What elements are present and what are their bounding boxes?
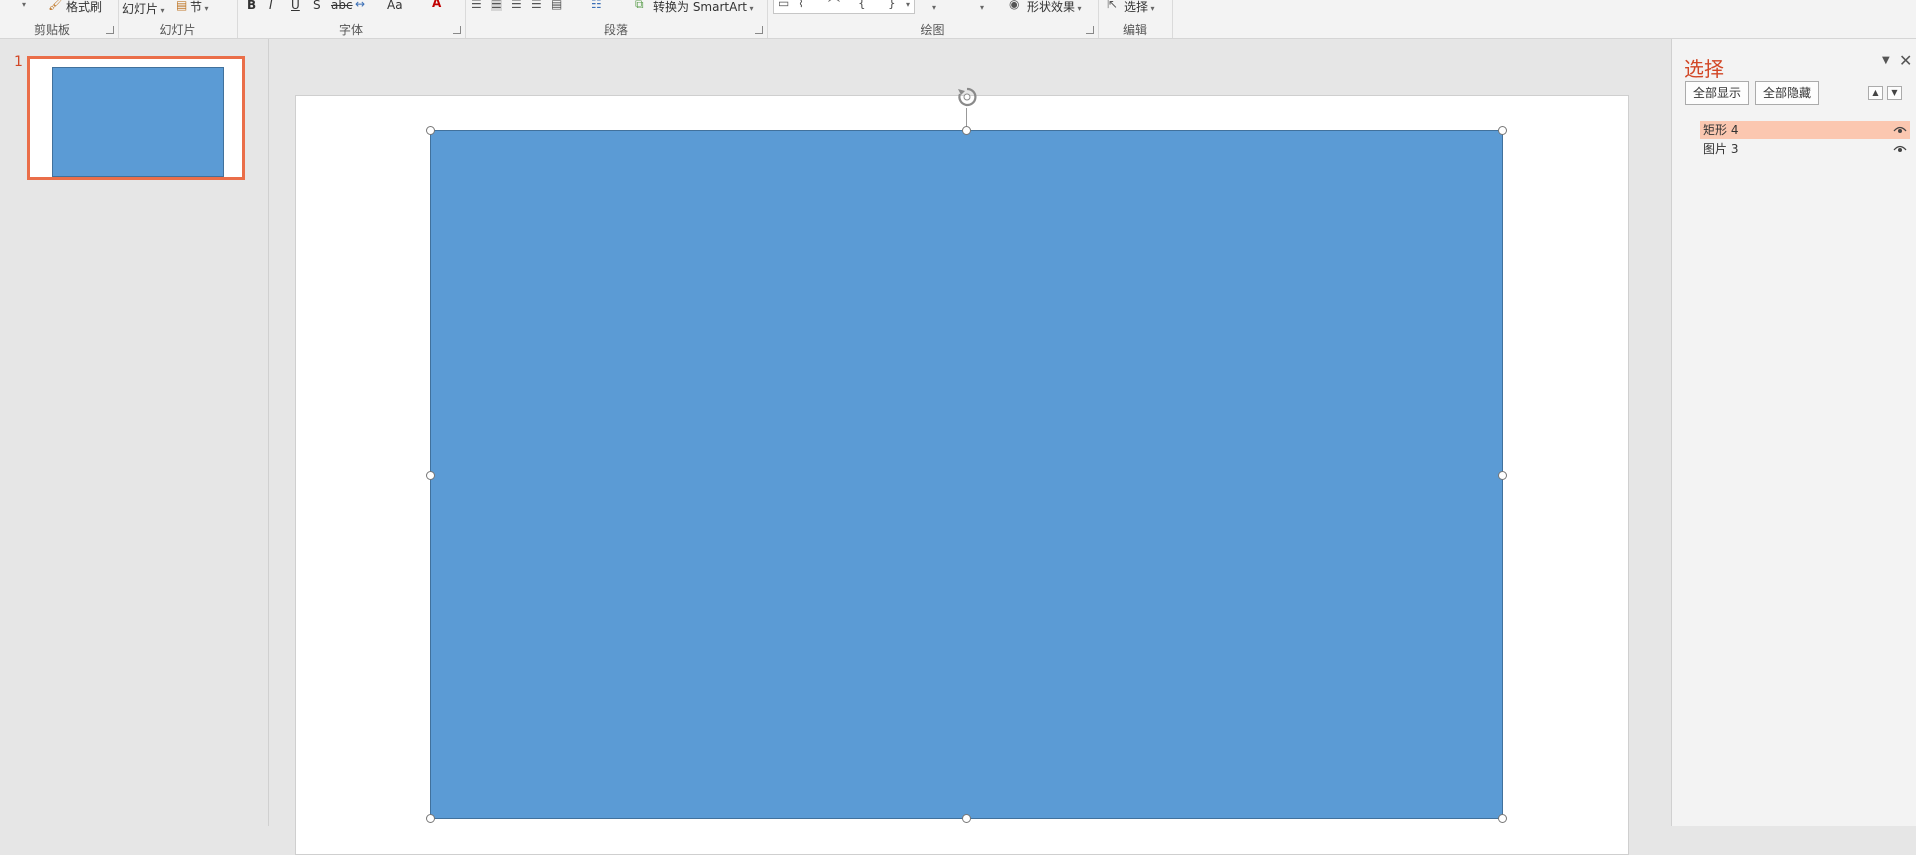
rotate-handle-icon[interactable] <box>956 86 978 108</box>
selection-pane-title: 选择 <box>1684 57 1724 81</box>
drawing-group: ▭ ⌇ ⌒ { } ▾ ▾ ▾ ◉ 形状效果 ▾ 绘图 <box>767 0 1099 38</box>
selection-item-label: 矩形 4 <box>1703 123 1739 137</box>
editing-group-label: 编辑 <box>1122 23 1147 37</box>
eye-icon[interactable] <box>1892 121 1908 139</box>
section-icon[interactable]: ▤ <box>176 0 187 12</box>
slides-group-label: 幻灯片 <box>159 23 196 37</box>
format-painter-button[interactable]: 格式刷 <box>66 0 102 15</box>
select-button[interactable]: 选择 ▾ <box>1124 0 1155 15</box>
slide-number: 1 <box>14 54 23 70</box>
selection-item-picture[interactable]: 图片 3 <box>1700 140 1910 158</box>
shape-effects-icon[interactable]: ◉ <box>1009 0 1019 11</box>
bold-button[interactable]: B <box>247 0 256 12</box>
section-button[interactable]: 节 ▾ <box>190 0 209 15</box>
shape-fill-dropdown-icon[interactable]: ▾ <box>980 3 984 12</box>
strikethrough-button[interactable]: abc <box>331 0 353 12</box>
editing-group: ⇱ 选择 ▾ 编辑 <box>1098 0 1173 38</box>
align-left-icon[interactable]: ☰ <box>471 0 482 11</box>
columns-icon[interactable]: ☷ <box>591 0 602 11</box>
clipboard-group: ▾ 🖌 格式刷 剪贴板 <box>0 0 119 38</box>
thumbnail-rectangle <box>52 67 224 177</box>
move-down-icon[interactable]: ▼ <box>1887 86 1902 100</box>
resize-handle-bottom[interactable] <box>962 814 971 823</box>
justify-icon[interactable]: ☰ <box>531 0 542 11</box>
paste-dropdown-icon[interactable]: ▾ <box>22 0 26 9</box>
paragraph-launcher-icon[interactable] <box>755 26 763 34</box>
shape-effects-button[interactable]: 形状效果 ▾ <box>1027 0 1082 15</box>
slide-thumbnails-pane: 1 <box>0 39 269 826</box>
shape-brace-left-icon[interactable]: { <box>858 0 866 10</box>
pane-options-icon[interactable]: ▼ <box>1882 55 1890 66</box>
quick-styles-dropdown-icon[interactable]: ▾ <box>932 3 936 12</box>
paragraph-group: ☰ ☰ ☰ ☰ ▤ ☷ ⧉ 转换为 SmartArt ▾ 段落 <box>465 0 768 38</box>
resize-handle-bottom-left[interactable] <box>426 814 435 823</box>
shape-brace-right-icon[interactable]: } <box>888 0 896 10</box>
selection-item-rectangle[interactable]: 矩形 4 <box>1700 121 1910 139</box>
format-painter-icon[interactable]: 🖌 <box>48 0 63 11</box>
underline-button[interactable]: U <box>291 0 300 12</box>
resize-handle-bottom-right[interactable] <box>1498 814 1507 823</box>
layout-button[interactable]: 幻灯片 ▾ <box>122 0 165 17</box>
char-spacing-icon[interactable]: ↔ <box>355 0 365 11</box>
selection-item-label: 图片 3 <box>1703 142 1739 156</box>
shape-rect-icon[interactable]: ▭ <box>778 0 789 10</box>
eye-icon[interactable] <box>1892 140 1908 158</box>
select-cursor-icon[interactable]: ⇱ <box>1107 0 1117 11</box>
gallery-more-icon[interactable]: ▾ <box>906 0 910 9</box>
clipboard-group-label: 剪贴板 <box>33 23 70 37</box>
italic-button[interactable]: I <box>269 0 273 12</box>
selection-pane: 选择 ▼ ✕ 全部显示 全部隐藏 ▲ ▼ 矩形 4 图片 3 <box>1671 39 1916 826</box>
shadow-button[interactable]: S <box>313 0 321 12</box>
selected-rectangle-shape[interactable] <box>430 130 1503 819</box>
resize-handle-top-right[interactable] <box>1498 126 1507 135</box>
drawing-launcher-icon[interactable] <box>1086 26 1094 34</box>
clipboard-launcher-icon[interactable] <box>106 26 114 34</box>
move-up-icon[interactable]: ▲ <box>1868 86 1883 100</box>
ribbon: ▾ 🖌 格式刷 剪贴板 幻灯片 ▾ ▤ 节 ▾ 幻灯片 B I U S abc … <box>0 0 1916 39</box>
resize-handle-top[interactable] <box>962 126 971 135</box>
align-right-icon[interactable]: ☰ <box>511 0 522 11</box>
change-case-button[interactable]: Aa <box>387 0 403 12</box>
slide-thumbnail[interactable] <box>27 56 245 180</box>
resize-handle-right[interactable] <box>1498 471 1507 480</box>
shape-brace-icon[interactable]: ⌒ <box>828 0 840 13</box>
close-icon[interactable]: ✕ <box>1899 51 1912 70</box>
distributed-icon[interactable]: ▤ <box>551 0 562 11</box>
font-group-label: 字体 <box>338 23 363 37</box>
font-color-icon[interactable]: A <box>432 0 441 10</box>
shape-freeform-icon[interactable]: ⌇ <box>798 0 804 10</box>
shapes-gallery[interactable]: ▭ ⌇ ⌒ { } ▾ <box>773 0 915 14</box>
show-all-button[interactable]: 全部显示 <box>1685 81 1750 105</box>
convert-smartart-button[interactable]: 转换为 SmartArt ▾ <box>653 0 754 15</box>
align-center-icon[interactable]: ☰ <box>491 0 502 11</box>
font-launcher-icon[interactable] <box>453 26 461 34</box>
hide-all-button[interactable]: 全部隐藏 <box>1755 81 1820 105</box>
paragraph-group-label: 段落 <box>603 23 628 37</box>
font-group: B I U S abc ↔ Aa A 字体 <box>237 0 466 38</box>
resize-handle-left[interactable] <box>426 471 435 480</box>
resize-handle-top-left[interactable] <box>426 126 435 135</box>
drawing-group-label: 绘图 <box>920 23 945 37</box>
slides-group: 幻灯片 ▾ ▤ 节 ▾ 幻灯片 <box>118 0 238 38</box>
smartart-icon[interactable]: ⧉ <box>635 0 644 12</box>
